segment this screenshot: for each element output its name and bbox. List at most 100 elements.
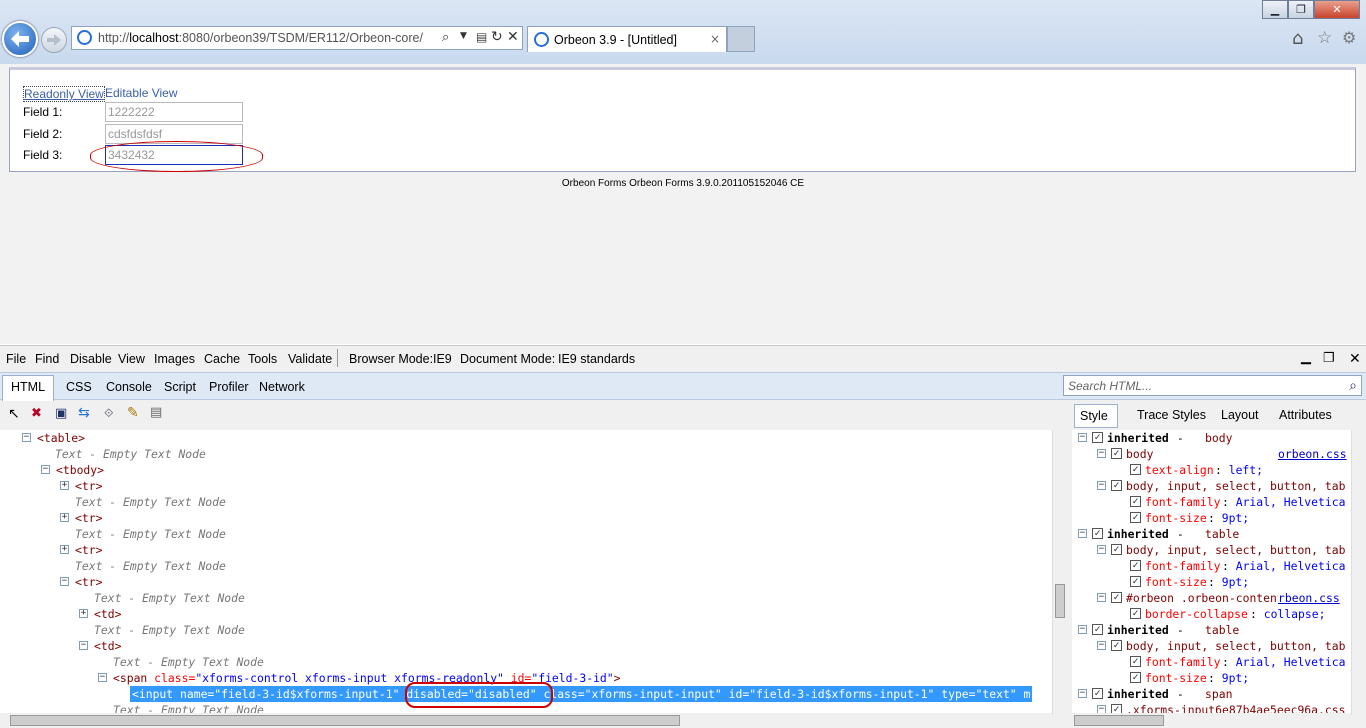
collapse-icon[interactable]: − [22, 433, 31, 442]
document-mode-label[interactable]: Document Mode: [460, 352, 555, 366]
tab-html-label[interactable]: HTML [11, 380, 45, 394]
checkbox-icon[interactable] [1130, 496, 1141, 507]
collapse-icon[interactable]: − [79, 641, 88, 650]
checkbox-icon[interactable] [1130, 464, 1141, 475]
tree-node-tr[interactable]: <tr> [75, 510, 102, 526]
minimize-button[interactable]: ▁ [1262, 0, 1288, 19]
tree-text-node[interactable]: Text - Empty Text Node [94, 622, 245, 638]
document-mode-value[interactable]: IE9 standards [558, 352, 635, 366]
browser-tab-active[interactable]: Orbeon 3.9 - [Untitled] × [527, 26, 727, 52]
collapse-icon[interactable]: − [1078, 689, 1087, 698]
checkbox-icon[interactable] [1092, 432, 1103, 443]
editable-view-link[interactable]: Editable View [105, 86, 178, 100]
hscroll-thumb[interactable] [10, 715, 680, 726]
menu-images[interactable]: Images [154, 352, 195, 366]
maximize-button[interactable]: ❐ [1288, 0, 1314, 19]
search-html-field[interactable]: Search HTML... ⌕ [1063, 375, 1362, 396]
menu-find[interactable]: Find [35, 352, 59, 366]
dom-tree[interactable]: − <table> Text - Empty Text Node − <tbod… [0, 430, 1052, 715]
dom-tree-hscrollbar[interactable] [0, 713, 1052, 728]
tree-text-node[interactable]: Text - Empty Text Node [94, 590, 245, 606]
devtools-undock-icon[interactable]: ❐ [1323, 350, 1335, 366]
style-pane-hscrollbar[interactable] [1072, 713, 1351, 728]
collapse-icon[interactable]: − [1078, 625, 1087, 634]
back-button[interactable] [2, 21, 38, 57]
tree-node-tr[interactable]: <tr> [75, 542, 102, 558]
checkbox-icon[interactable] [1130, 512, 1141, 523]
tree-text-node[interactable]: Text - Empty Text Node [113, 654, 264, 670]
address-bar[interactable]: http://localhost:8080/orbeon39/TSDM/ER11… [71, 26, 523, 50]
style-source-link[interactable]: rbeon.css [1278, 590, 1340, 606]
field-1-input[interactable]: 1222222 [105, 102, 243, 122]
hscroll-thumb[interactable] [1074, 715, 1164, 726]
tools-gear-icon[interactable]: ⚙ [1342, 28, 1356, 47]
save-icon[interactable]: ▣ [55, 406, 67, 421]
tree-node-td[interactable]: <td> [94, 638, 121, 654]
tree-node-tr[interactable]: <tr> [75, 574, 102, 590]
tree-text-node[interactable]: Text - Empty Text Node [75, 494, 226, 510]
style-source-link[interactable]: orbeon.css [1278, 446, 1347, 462]
collapse-icon[interactable]: − [98, 673, 107, 682]
tree-node-input-selected[interactable]: <input name="field-3-id$xforms-input-1" … [130, 686, 1033, 702]
refresh-icon[interactable]: ⇆ [78, 405, 90, 421]
search-icon[interactable]: ⌕ [1349, 377, 1357, 394]
scroll-thumb[interactable] [1055, 584, 1065, 618]
stop-icon[interactable]: ✕ [507, 29, 519, 45]
tab-script[interactable]: Script [164, 380, 196, 394]
tab-profiler[interactable]: Profiler [209, 380, 249, 394]
forward-button[interactable] [41, 27, 67, 53]
collapse-icon[interactable]: − [1097, 593, 1106, 602]
style-pane-scrollbar[interactable] [1351, 430, 1366, 715]
checkbox-icon[interactable] [1130, 560, 1141, 571]
expand-icon[interactable]: + [60, 545, 69, 554]
checkbox-icon[interactable] [1111, 480, 1122, 491]
checkbox-icon[interactable] [1111, 592, 1122, 603]
collapse-icon[interactable]: − [1097, 481, 1106, 490]
dom-icon[interactable]: ⟐ [104, 406, 113, 421]
browser-mode-value[interactable]: IE9 [433, 352, 452, 366]
expand-icon[interactable]: + [60, 481, 69, 490]
checkbox-icon[interactable] [1092, 528, 1103, 539]
collapse-icon[interactable]: − [60, 577, 69, 586]
collapse-icon[interactable]: − [41, 465, 50, 474]
menu-tools[interactable]: Tools [248, 352, 277, 366]
checkbox-icon[interactable] [1111, 544, 1122, 555]
expand-icon[interactable]: + [60, 513, 69, 522]
tab-css[interactable]: CSS [66, 380, 92, 394]
menu-file[interactable]: File [6, 352, 26, 366]
collapse-icon[interactable]: − [1097, 449, 1106, 458]
collapse-icon[interactable]: − [1097, 641, 1106, 650]
tab-style-label[interactable]: Style [1080, 409, 1108, 423]
checkbox-icon[interactable] [1111, 448, 1122, 459]
favorites-star-icon[interactable]: ☆ [1317, 28, 1332, 48]
home-icon[interactable]: ⌂ [1292, 28, 1303, 49]
select-element-icon[interactable]: ↖ [8, 406, 20, 422]
tree-node-td[interactable]: <td> [94, 606, 121, 622]
window-close-button[interactable]: ✕ [1314, 0, 1360, 19]
checkbox-icon[interactable] [1130, 656, 1141, 667]
devtools-minimize-icon[interactable]: ▁ [1301, 349, 1311, 365]
checkbox-icon[interactable] [1111, 640, 1122, 651]
edit-icon[interactable]: ✎ [127, 405, 139, 421]
tab-trace-styles[interactable]: Trace Styles [1137, 408, 1206, 422]
new-tab-button[interactable] [727, 26, 755, 52]
collapse-icon[interactable]: − [1078, 529, 1087, 538]
search-icon[interactable]: ⌕ [442, 30, 449, 45]
expand-icon[interactable]: + [79, 609, 88, 618]
compat-view-icon[interactable]: ▤ [476, 30, 487, 44]
tree-text-node[interactable]: Text - Empty Text Node [55, 446, 206, 462]
dropdown-arrow-icon[interactable]: ▼ [460, 31, 467, 41]
tree-node-tr[interactable]: <tr> [75, 478, 102, 494]
tab-layout[interactable]: Layout [1221, 408, 1259, 422]
tab-close-icon[interactable]: × [710, 32, 720, 46]
checkbox-icon[interactable] [1092, 624, 1103, 635]
style-pane[interactable]: −inherited - body−bodyorbeon.csstext-ali… [1072, 430, 1362, 715]
checkbox-icon[interactable] [1092, 688, 1103, 699]
tree-text-node[interactable]: Text - Empty Text Node [75, 526, 226, 542]
tab-network[interactable]: Network [259, 380, 305, 394]
menu-validate[interactable]: Validate [288, 352, 332, 366]
tree-text-node[interactable]: Text - Empty Text Node [75, 558, 226, 574]
browser-mode-label[interactable]: Browser Mode: [349, 352, 433, 366]
menu-disable[interactable]: Disable [70, 352, 112, 366]
checkbox-icon[interactable] [1130, 672, 1141, 683]
